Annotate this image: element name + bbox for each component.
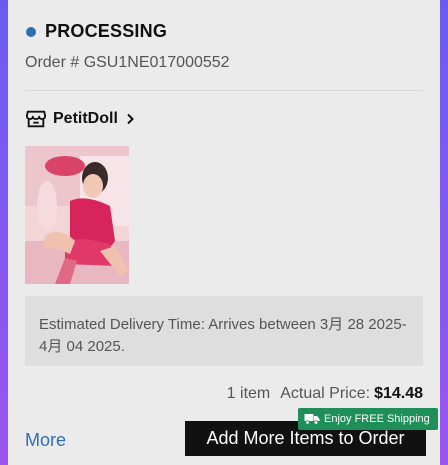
delivery-estimate: Estimated Delivery Time: Arrives between… [25,296,423,366]
more-button[interactable]: More [25,430,66,451]
order-summary: 1 item Actual Price: $14.48 [227,385,423,403]
price-label: Actual Price: [280,385,371,402]
chevron-right-icon [127,113,134,125]
order-number: Order # GSU1NE017000552 [25,54,230,71]
product-photo [25,146,129,284]
item-count: 1 item [226,385,271,402]
order-status: PROCESSING [26,21,167,42]
divider [25,90,423,91]
truck-icon [304,414,320,425]
free-shipping-label: Enjoy FREE Shipping [324,413,430,425]
store-name: PetitDoll [53,110,118,127]
order-card: PROCESSING Order # GSU1NE017000552 Petit… [8,0,440,465]
status-label: PROCESSING [45,21,168,41]
status-dot [26,26,36,37]
price-value: $14.48 [374,385,423,402]
product-image[interactable] [25,146,129,284]
add-more-items-label: Add More Items to Order [206,428,405,448]
store-link[interactable]: PetitDoll [25,108,136,130]
free-shipping-badge: Enjoy FREE Shipping [298,408,438,430]
store-icon [25,110,47,128]
screen: PROCESSING Order # GSU1NE017000552 Petit… [0,0,448,465]
